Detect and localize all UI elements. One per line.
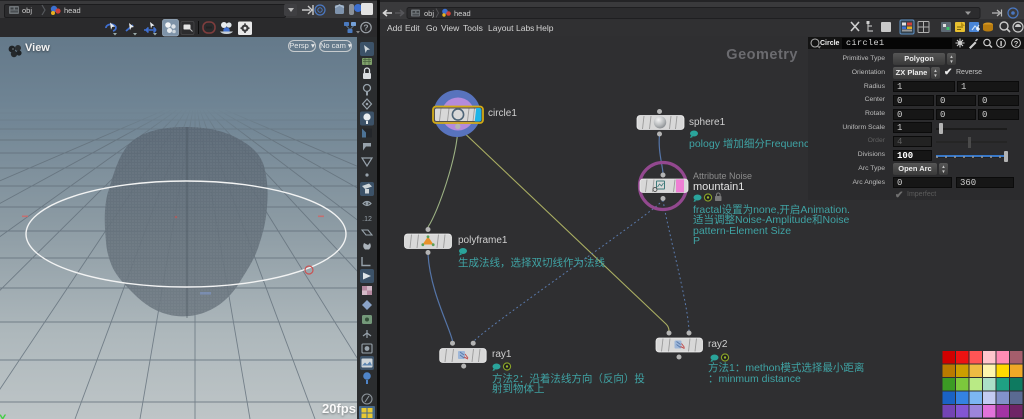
svg-text:.12: .12 (362, 216, 372, 223)
svg-text:?: ? (363, 23, 368, 33)
svg-text:?: ? (1014, 39, 1019, 48)
